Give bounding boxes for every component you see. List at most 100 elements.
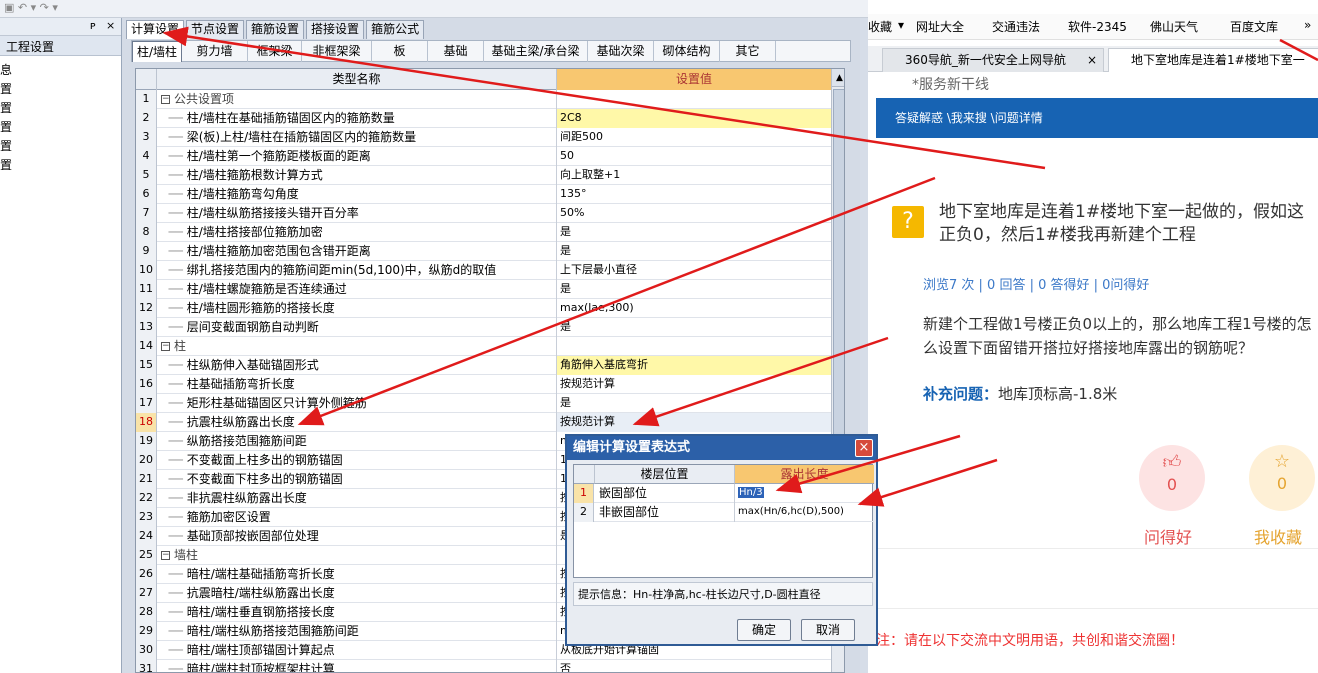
row-number: 21 xyxy=(136,470,157,489)
tab-sub-2[interactable]: 框架梁 xyxy=(248,41,302,62)
tab-top-2[interactable]: 箍筋设置 xyxy=(246,20,305,39)
table-row[interactable]: 7 ── 柱/墙柱纵筋搭接接头错开百分率 50% xyxy=(136,204,844,223)
ok-button[interactable]: 确定 xyxy=(737,619,791,641)
row-label: 暗柱/端柱垂直钢筋搭接长度 xyxy=(186,605,335,619)
browser-tabs: 360导航_新一代安全上网导航 × 地下室地库是连着1#楼地下室一 xyxy=(868,46,1318,72)
close-icon[interactable]: × xyxy=(855,439,873,457)
browser-tab-nav[interactable]: 360导航_新一代安全上网导航 × xyxy=(882,48,1104,72)
browser-tab-active[interactable]: 地下室地库是连着1#楼地下室一 xyxy=(1108,48,1318,72)
table-row[interactable]: 9 ── 柱/墙柱箍筋加密范围包含错开距离是 xyxy=(136,242,844,261)
tab-sub-7[interactable]: 基础次梁 xyxy=(588,41,654,62)
row-value[interactable]: 2C8 xyxy=(557,109,831,128)
table-row[interactable]: 31 ── 暗柱/端柱封顶按框架柱计算否 xyxy=(136,660,844,672)
row-value[interactable]: 是 xyxy=(557,223,831,242)
row-value[interactable]: 角筋伸入基底弯折 xyxy=(557,356,831,375)
bookmark-software[interactable]: 软件-2345 xyxy=(1068,18,1127,35)
collapse-icon[interactable]: − xyxy=(161,95,170,104)
table-row[interactable]: 5 ── 柱/墙柱箍筋根数计算方式 向上取整+1 xyxy=(136,166,844,185)
row-value[interactable]: 按规范计算 xyxy=(557,413,831,432)
table-row[interactable]: 12 ── 柱/墙柱圆形箍筋的搭接长度 max(lae,300) xyxy=(136,299,844,318)
expression-cell[interactable]: max(Hn/6,hc(D),500) xyxy=(735,503,874,522)
tab-sub-4[interactable]: 板 xyxy=(372,41,428,62)
chevron-down-icon[interactable]: ▾ xyxy=(898,18,904,32)
tab-top-1[interactable]: 节点设置 xyxy=(186,20,245,39)
row-value[interactable]: 是 xyxy=(557,318,831,337)
tab-sub-1[interactable]: 剪力墙 xyxy=(182,41,248,62)
table-row[interactable]: 4 ── 柱/墙柱第一个箍筋距楼板面的距离 50 xyxy=(136,147,844,166)
row-value[interactable]: 否 xyxy=(557,660,831,672)
tree-item[interactable]: 置 xyxy=(0,156,121,175)
tab-sub-3[interactable]: 非框架梁 xyxy=(302,41,372,62)
toolbar-glyphs[interactable]: ▣ ↶ ▾ ↷ ▾ xyxy=(4,1,58,14)
table-row[interactable]: 18 ── 抗震柱纵筋露出长度 按规范计算 xyxy=(136,413,844,432)
dialog-row[interactable]: 1 嵌固部位 Hn/3 xyxy=(574,484,874,503)
row-value[interactable]: 是 xyxy=(557,242,831,261)
tree-item[interactable]: 置 xyxy=(0,118,121,137)
row-value[interactable]: 135° xyxy=(557,185,831,204)
tree-item[interactable]: 置 xyxy=(0,137,121,156)
scroll-up-icon[interactable]: ▲ xyxy=(832,69,844,87)
table-row[interactable]: 16 ── 柱基础插筋弯折长度 按规范计算 xyxy=(136,375,844,394)
expression-input[interactable]: Hn/3 xyxy=(738,487,764,498)
table-row[interactable]: 11 ── 柱/墙柱螺旋箍筋是否连续通过是 xyxy=(136,280,844,299)
table-row[interactable]: 17 ── 矩形柱基础锚固区只计算外侧箍筋是 xyxy=(136,394,844,413)
question-stats[interactable]: 浏览7 次 | 0 回答 | 0 答得好 | 0问得好 xyxy=(923,274,1149,293)
table-row[interactable]: 15 ── 柱纵筋伸入基础锚固形式 角筋伸入基底弯折 xyxy=(136,356,844,375)
close-icon[interactable]: × xyxy=(106,19,115,32)
bookmark-weather[interactable]: 佛山天气 xyxy=(1150,18,1198,35)
tab-sub-0[interactable]: 柱/墙柱 xyxy=(132,41,182,62)
row-number: 28 xyxy=(136,603,157,622)
row-number: 23 xyxy=(136,508,157,527)
row-value[interactable]: 是 xyxy=(557,280,831,299)
bookmark-sites[interactable]: 网址大全 xyxy=(916,18,964,35)
row-value[interactable]: 按规范计算 xyxy=(557,375,831,394)
like-label[interactable]: 问得好 xyxy=(1144,524,1192,548)
row-value[interactable]: 上下层最小直径 xyxy=(557,261,831,280)
row-value[interactable]: 向上取整+1 xyxy=(557,166,831,185)
row-number: 24 xyxy=(136,527,157,546)
row-value[interactable] xyxy=(557,337,831,356)
tree-item[interactable]: 置 xyxy=(0,80,121,99)
cancel-button[interactable]: 取消 xyxy=(801,619,855,641)
tree-item[interactable]: 置 xyxy=(0,99,121,118)
row-value[interactable]: 50 xyxy=(557,147,831,166)
tab-sub-9[interactable]: 其它 xyxy=(720,41,776,62)
row-value[interactable]: 是 xyxy=(557,394,831,413)
table-row[interactable]: 13 ── 层间变截面钢筋自动判断是 xyxy=(136,318,844,337)
table-row[interactable]: 10 ── 绑扎搭接范围内的箍筋间距min(5d,100)中，纵筋d的取值 上下层… xyxy=(136,261,844,280)
table-row[interactable]: 1− 公共设置项 xyxy=(136,90,844,109)
close-icon[interactable]: × xyxy=(1087,49,1097,71)
row-value[interactable]: 50% xyxy=(557,204,831,223)
table-row[interactable]: 14− 柱 xyxy=(136,337,844,356)
bookmark-wenku[interactable]: 百度文库 xyxy=(1230,18,1278,35)
collapse-icon[interactable]: − xyxy=(161,342,170,351)
tab-sub-8[interactable]: 砌体结构 xyxy=(654,41,720,62)
row-label: 柱/墙柱箍筋加密范围包含错开距离 xyxy=(186,244,371,258)
tab-sub-6[interactable]: 基础主梁/承台梁 xyxy=(484,41,588,62)
breadcrumb[interactable]: 答疑解惑 \我来搜 \问题详情 xyxy=(895,109,1043,126)
favorite-button[interactable]: ☆ 0 xyxy=(1249,445,1315,511)
row-value[interactable]: 间距500 xyxy=(557,128,831,147)
table-row[interactable]: 8 ── 柱/墙柱搭接部位箍筋加密是 xyxy=(136,223,844,242)
table-row[interactable]: 3 ── 梁(板)上柱/墙柱在插筋锚固区内的箍筋数量 间距500 xyxy=(136,128,844,147)
tab-top-3[interactable]: 搭接设置 xyxy=(306,20,365,39)
pin-icon[interactable]: ᴘ xyxy=(90,19,96,32)
tab-sub-5[interactable]: 基础 xyxy=(428,41,484,62)
row-value[interactable]: max(lae,300) xyxy=(557,299,831,318)
dialog-hint: 提示信息：Hn-柱净高,hc-柱长边尺寸,D-圆柱直径 xyxy=(573,582,873,606)
dialog-row[interactable]: 2 非嵌固部位 max(Hn/6,hc(D),500) xyxy=(574,503,874,522)
like-button[interactable]: 👍︎ 0 xyxy=(1139,445,1205,511)
fav-label[interactable]: 我收藏 xyxy=(1254,524,1302,548)
row-number: 9 xyxy=(136,242,157,261)
tab-top-4[interactable]: 箍筋公式 xyxy=(366,20,425,39)
table-row[interactable]: 2 ── 柱/墙柱在基础插筋锚固区内的箍筋数量 2C8 xyxy=(136,109,844,128)
bookmark-traffic[interactable]: 交通违法 xyxy=(992,18,1040,35)
tree-item[interactable]: 息 xyxy=(0,61,121,80)
tab-top-0[interactable]: 计算设置 xyxy=(126,20,185,39)
row-value[interactable] xyxy=(557,90,831,109)
table-row[interactable]: 6 ── 柱/墙柱箍筋弯勾角度 135° xyxy=(136,185,844,204)
bookmark-more[interactable]: » xyxy=(1304,18,1311,32)
collapse-icon[interactable]: − xyxy=(161,551,170,560)
bookmark-fav[interactable]: 收藏 xyxy=(868,18,892,35)
notice-text: 注：请在以下交流中文明用语，共创和谐交流圈！ xyxy=(876,633,1184,649)
